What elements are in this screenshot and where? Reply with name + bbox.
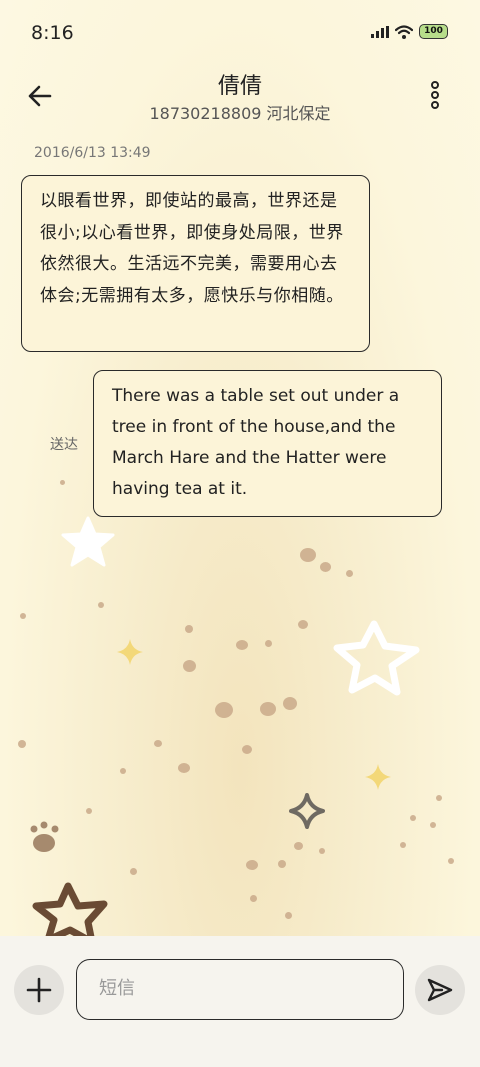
wifi-icon — [395, 24, 413, 39]
white-outline-star-decoration — [333, 620, 420, 696]
status-time: 8:16 — [31, 22, 74, 44]
white-star-decoration — [61, 516, 115, 567]
battery-icon: 100 — [419, 24, 448, 39]
contact-number-location: 18730218809 河北保定 — [149, 104, 331, 123]
message-timestamp: 2016/6/13 13:49 — [34, 145, 151, 161]
status-bar: 8:16 100 — [0, 0, 480, 68]
paw-print-decoration — [30, 821, 59, 852]
contact-name: 倩倩 — [217, 74, 262, 99]
more-options-button[interactable] — [428, 81, 442, 111]
sms-input[interactable]: 短信 — [76, 959, 404, 1020]
plus-icon — [26, 977, 52, 1003]
conversation-header: 倩倩 18730218809 河北保定 — [0, 68, 480, 128]
grey-sparkle-decoration — [289, 793, 325, 829]
brown-outline-star-decoration — [32, 882, 108, 936]
send-icon — [427, 978, 453, 1002]
outgoing-message-bubble[interactable]: There was a table set out under a tree i… — [93, 370, 442, 517]
compose-bar: 短信 — [0, 936, 480, 1067]
send-button[interactable] — [415, 965, 465, 1015]
signal-icon — [371, 25, 389, 38]
status-icons: 100 — [371, 24, 448, 39]
incoming-message-bubble[interactable]: 以眼看世界，即使站的最高，世界还是很小;以心看世界，即使身处局限，世界依然很大。… — [21, 175, 370, 352]
add-attachment-button[interactable] — [14, 965, 64, 1015]
yellow-sparkle-decoration — [117, 639, 143, 665]
yellow-sparkle-decoration-2 — [365, 764, 391, 790]
delivery-status: 送达 — [50, 437, 78, 453]
